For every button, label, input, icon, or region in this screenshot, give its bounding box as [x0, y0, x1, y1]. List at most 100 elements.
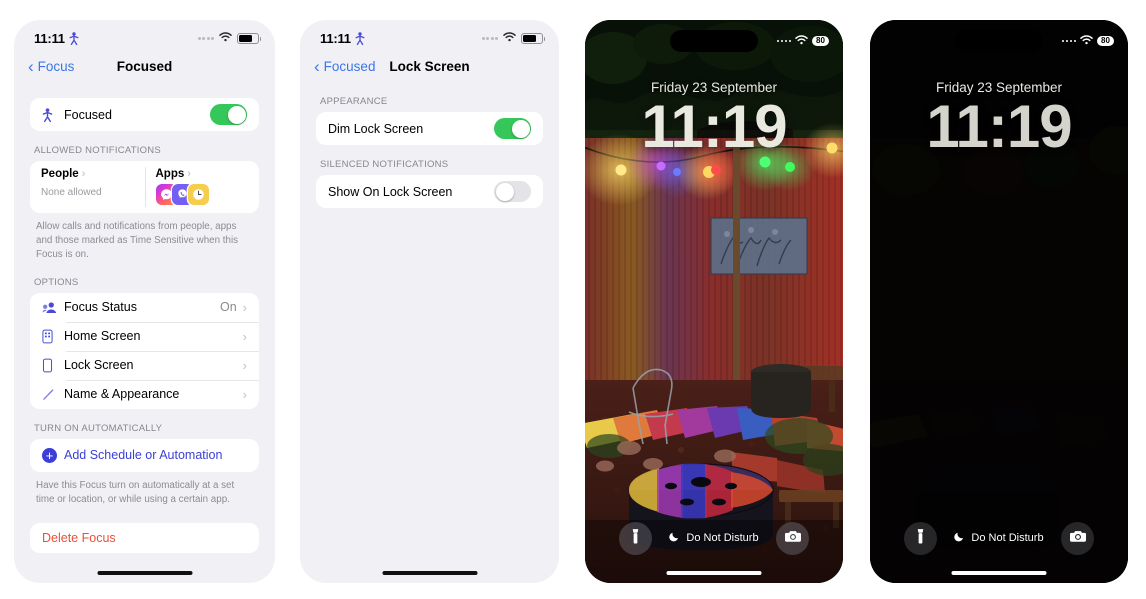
cellular-signal-icon: [197, 36, 214, 40]
options-card: Focus Status On › Home Screen › Lock Scr…: [30, 292, 259, 409]
automation-footnote: Have this Focus turn on automatically at…: [36, 479, 235, 505]
flashlight-icon: [629, 528, 642, 550]
focused-toggle[interactable]: [210, 104, 247, 125]
phone-lock-screen-bright: 80 Friday 23 September 11:19 Do Not Dist…: [585, 20, 843, 583]
chevron-left-icon: ‹: [314, 56, 320, 76]
allowed-notifications-header: ALLOWED NOTIFICATIONS: [34, 145, 162, 156]
focus-status-label: Focus Status: [64, 300, 137, 315]
camera-icon: [1069, 529, 1086, 548]
people-subtitle: None allowed: [41, 187, 102, 198]
lock-status-bar: 80: [585, 20, 843, 54]
pencil-icon: [42, 388, 64, 401]
camera-icon: [784, 529, 801, 548]
lock-time: 11:19: [641, 93, 787, 160]
silenced-notifications-header: SILENCED NOTIFICATIONS: [320, 159, 449, 170]
moon-icon: [669, 531, 680, 545]
flashlight-icon: [914, 528, 927, 550]
allowed-notifications-card: People › None allowed Apps ›: [30, 161, 259, 213]
wifi-icon: [219, 29, 232, 47]
name-appearance-label: Name & Appearance: [64, 387, 180, 402]
lock-status-bar: 80: [870, 20, 1128, 54]
row-focus-status[interactable]: Focus Status On ›: [30, 293, 259, 322]
status-time: 11:11: [34, 30, 65, 46]
dim-lock-screen-toggle[interactable]: [494, 118, 531, 139]
camera-button[interactable]: [1061, 522, 1094, 555]
home-indicator: [382, 571, 477, 575]
battery-icon: [521, 32, 545, 44]
home-indicator: [951, 571, 1047, 575]
battery-percent-badge: 80: [812, 35, 829, 47]
focus-toggle-card: Focused: [30, 98, 259, 131]
people-title: People: [41, 168, 79, 180]
apps-title-wrap: Apps ›: [156, 168, 249, 180]
flashlight-button[interactable]: [904, 522, 937, 555]
phone-lock-screen-settings: 11:11 ‹ Focused Lock Screen APPEARANCE D…: [300, 20, 559, 583]
show-on-lock-screen-label: Show On Lock Screen: [328, 184, 453, 199]
focus-person-icon: [355, 31, 365, 45]
back-button-label: Focused: [323, 58, 376, 74]
allowed-notifications-footnote: Allow calls and notifications from peopl…: [36, 221, 239, 261]
status-indicators: [197, 29, 261, 47]
lock-screen-icon: [42, 358, 64, 373]
settings-content: Focused ALLOWED NOTIFICATIONS People › N…: [14, 98, 275, 554]
app-icon-stack: [155, 184, 249, 205]
focused-toggle-label: Focused: [64, 107, 112, 122]
chevron-right-icon: ›: [187, 168, 191, 180]
screenshot-stage: 11:11 ‹ Focus Focused Focused ALLOWED NO…: [0, 0, 1146, 599]
status-bar: 11:11: [300, 20, 559, 50]
appearance-header: APPEARANCE: [320, 96, 388, 107]
camera-button[interactable]: [776, 522, 809, 555]
dim-lock-screen-label: Dim Lock Screen: [328, 121, 424, 136]
people-cell[interactable]: People › None allowed: [30, 161, 145, 213]
cellular-signal-icon: [481, 36, 498, 40]
delete-focus-card: Delete Focus: [30, 523, 259, 554]
appearance-card: Dim Lock Screen: [316, 112, 543, 145]
row-home-screen[interactable]: Home Screen ›: [30, 321, 259, 351]
lock-time: 11:19: [926, 93, 1072, 160]
wifi-icon: [795, 32, 808, 50]
show-on-lock-screen-toggle[interactable]: [494, 181, 531, 202]
flashlight-button[interactable]: [619, 522, 652, 555]
row-name-appearance[interactable]: Name & Appearance ›: [30, 379, 259, 409]
do-not-disturb-label: Do Not Disturb: [971, 532, 1044, 544]
plus-circle-icon: +: [42, 447, 64, 463]
chevron-right-icon: ›: [242, 357, 247, 373]
back-button-label: Focus: [37, 58, 75, 74]
toggle-knob: [511, 119, 530, 138]
row-focused-toggle[interactable]: Focused: [30, 98, 259, 131]
row-show-on-lock-screen[interactable]: Show On Lock Screen: [316, 175, 543, 208]
chevron-right-icon: ›: [242, 386, 247, 402]
apps-title: Apps: [155, 168, 185, 180]
silenced-card: Show On Lock Screen: [316, 175, 543, 208]
nav-bar: ‹ Focus Focused: [14, 50, 275, 82]
dynamic-island: [955, 30, 1043, 52]
chevron-right-icon: ›: [242, 299, 247, 315]
automation-card: + Add Schedule or Automation: [30, 438, 259, 472]
row-delete-focus[interactable]: Delete Focus: [30, 523, 259, 553]
do-not-disturb-label: Do Not Disturb: [686, 532, 759, 544]
automation-header: TURN ON AUTOMATICALLY: [34, 422, 163, 434]
clock-icon: [187, 184, 209, 205]
focus-person-icon: [69, 31, 79, 45]
add-schedule-label: Add Schedule or Automation: [64, 448, 223, 463]
toggle-knob: [495, 182, 514, 201]
nav-bar: ‹ Focused Lock Screen: [300, 50, 559, 82]
apps-cell[interactable]: Apps ›: [144, 161, 260, 213]
lock-status-indicators: 80: [1061, 32, 1114, 50]
home-indicator: [666, 571, 762, 575]
back-button-focus[interactable]: ‹ Focus: [28, 58, 74, 75]
back-button-focused[interactable]: ‹ Focused: [314, 58, 375, 75]
plus-badge: +: [42, 447, 57, 463]
status-bar: 11:11: [14, 20, 275, 50]
row-add-schedule[interactable]: + Add Schedule or Automation: [30, 439, 259, 472]
toggle-knob: [227, 105, 246, 124]
lock-screen-label: Lock Screen: [64, 358, 134, 373]
delete-focus-label: Delete Focus: [42, 531, 116, 546]
lock-status-indicators: 80: [776, 32, 829, 50]
row-dim-lock-screen[interactable]: Dim Lock Screen: [316, 112, 543, 145]
row-lock-screen[interactable]: Lock Screen ›: [30, 350, 259, 380]
focus-person-icon: [42, 107, 64, 122]
options-header: OPTIONS: [34, 276, 79, 288]
chevron-left-icon: ‹: [28, 56, 34, 76]
phone-focused-settings: 11:11 ‹ Focus Focused Focused ALLOWED NO…: [14, 20, 275, 583]
